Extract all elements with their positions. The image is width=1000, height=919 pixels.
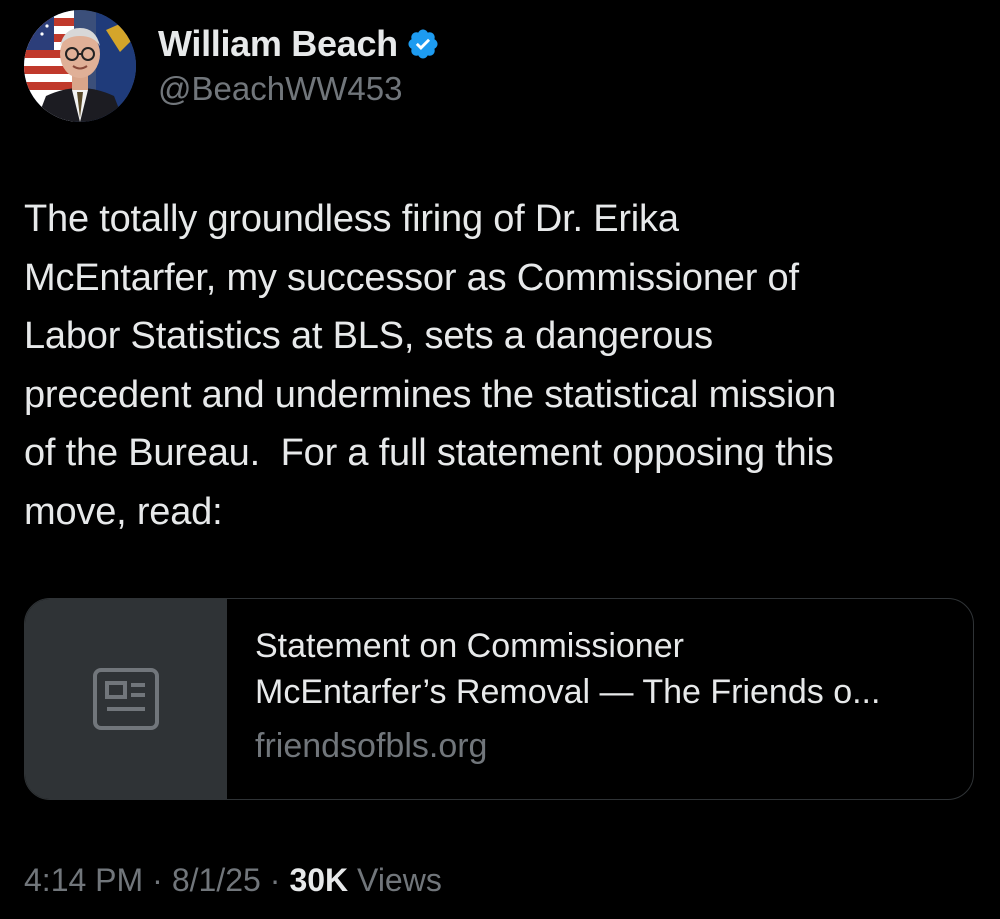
tweet-text: The totally groundless firing of Dr. Eri…	[24, 198, 837, 533]
views-count: 30K	[289, 862, 349, 898]
tweet-meta: 4:14 PM · 8/1/25 · 30K Views	[24, 862, 442, 899]
verified-badge-icon[interactable]	[406, 27, 440, 61]
link-card-domain: friendsofbls.org	[255, 727, 488, 765]
avatar[interactable]	[24, 10, 136, 122]
link-card-thumbnail	[25, 599, 227, 799]
meta-separator: ·	[152, 862, 163, 898]
link-card-title: Statement on Commissioner McEntarfer’s R…	[255, 627, 881, 711]
name-row: William Beach	[158, 22, 440, 66]
tweet-date[interactable]: 8/1/25	[172, 862, 261, 899]
display-name[interactable]: William Beach	[158, 23, 398, 65]
views-spacer	[348, 862, 357, 899]
article-icon	[93, 668, 159, 730]
link-card-body: Statement on Commissioner McEntarfer’s R…	[227, 599, 973, 799]
avatar-photo	[24, 10, 136, 122]
link-preview-card[interactable]: Statement on Commissioner McEntarfer’s R…	[24, 598, 974, 800]
views-label: Views	[357, 862, 442, 898]
tweet: William Beach @BeachWW453 The totally gr…	[0, 0, 1000, 919]
user-handle[interactable]: @BeachWW453	[158, 70, 402, 108]
meta-separator: ·	[269, 862, 281, 898]
tweet-time[interactable]: 4:14 PM	[24, 862, 143, 899]
